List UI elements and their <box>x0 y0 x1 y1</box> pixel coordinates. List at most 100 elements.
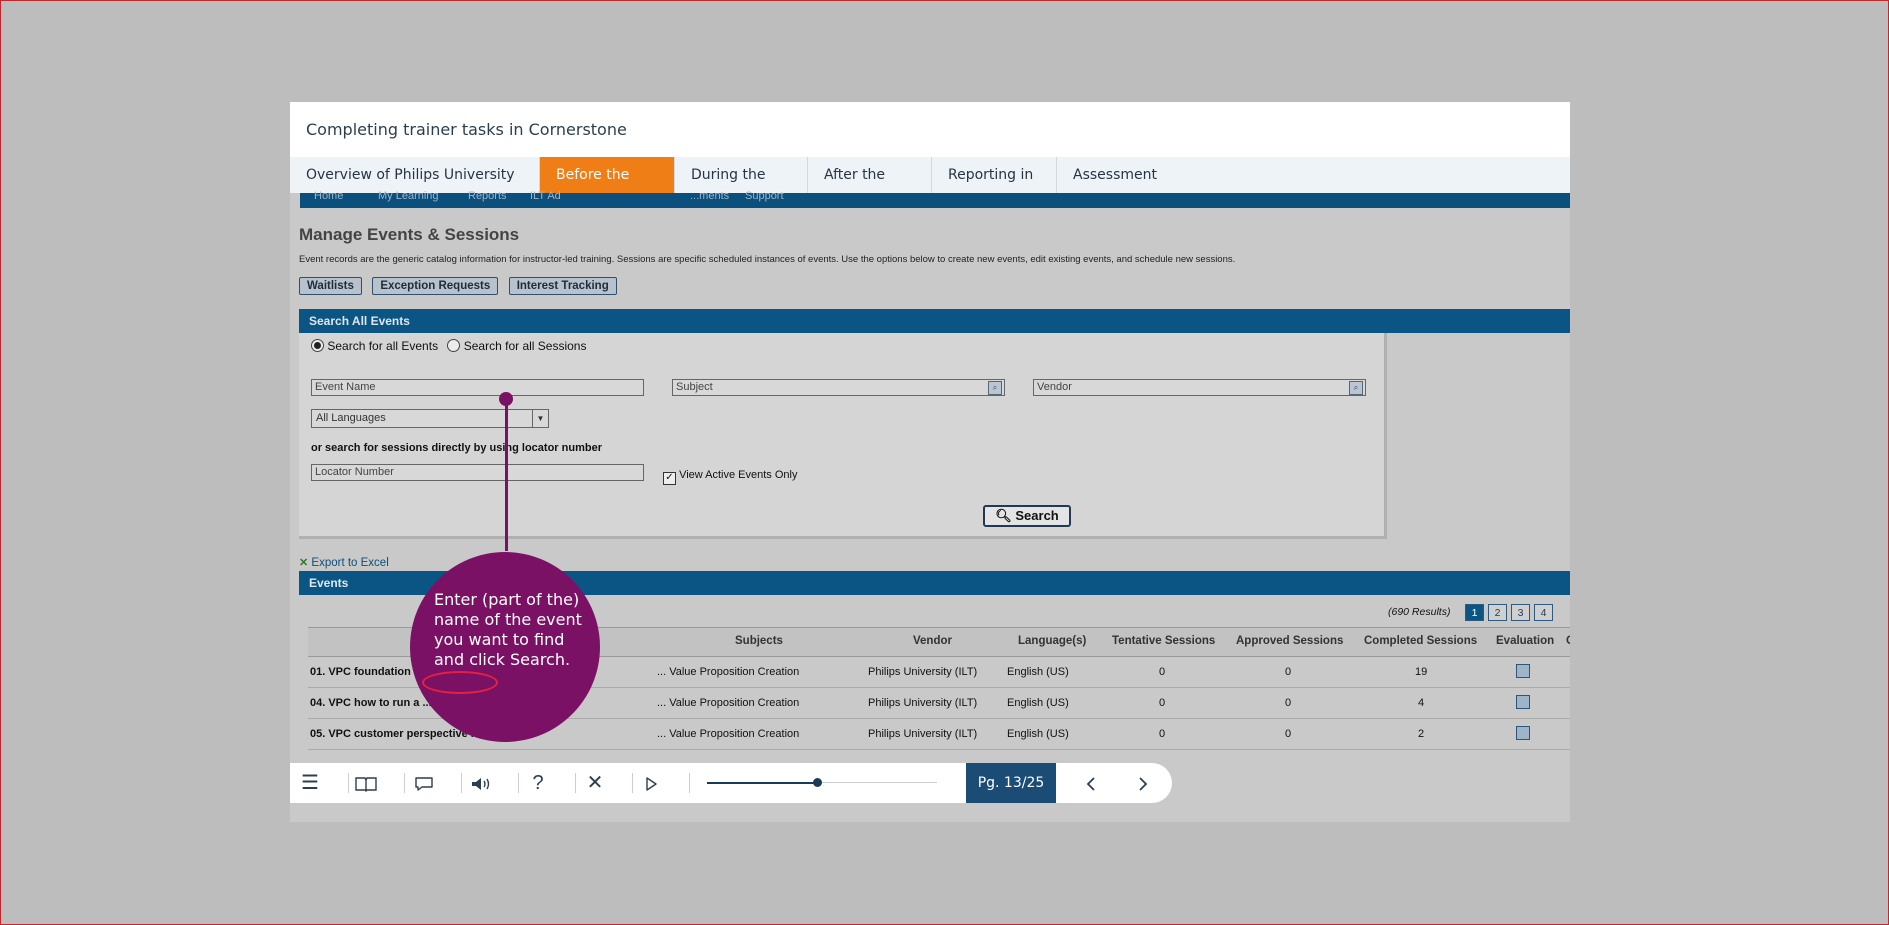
chat-icon[interactable] <box>404 763 444 803</box>
callout-pointer-dot <box>499 392 513 406</box>
app-menu-item: Home <box>314 190 344 202</box>
completed-cell: 2 <box>1418 728 1425 740</box>
nav-tab-after-training[interactable]: After the training <box>808 157 932 219</box>
tentative-cell: 0 <box>1159 728 1166 740</box>
nav-tab-before-training[interactable]: Before the training <box>540 157 675 219</box>
nav-tab-during-training[interactable]: During the training <box>675 157 808 219</box>
col-tentative[interactable]: Tentative Sessions <box>1112 635 1215 647</box>
results-count: (690 Results) <box>1388 606 1451 618</box>
vendor-input[interactable]: Vendor ⌕ <box>1033 379 1366 396</box>
col-vendor[interactable]: Vendor <box>913 635 952 647</box>
subject-cell: ... Value Proposition Creation <box>657 666 800 678</box>
approved-cell: 0 <box>1285 666 1292 678</box>
book-icon[interactable] <box>346 763 386 803</box>
active-events-label: View Active Events Only <box>679 469 798 481</box>
checkmark-icon[interactable]: ✓ <box>663 472 676 485</box>
event-name-input[interactable]: Event Name <box>311 379 644 396</box>
col-truncated[interactable]: C <box>1566 635 1570 647</box>
search-mode: Search for all Events Search for all Ses… <box>311 339 586 353</box>
tentative-cell: 0 <box>1159 697 1166 709</box>
export-to-excel-link[interactable]: ✕ Export to Excel <box>299 556 389 569</box>
search-section-header: Search All Events <box>299 309 1570 333</box>
vendor-cell: Philips University (ILT) <box>868 666 978 678</box>
course-nav: Overview of Philips University and LMS B… <box>290 157 1570 219</box>
app-menu-item: My Learning <box>378 190 439 202</box>
app-menu-item: ...ments <box>690 190 730 202</box>
language-cell: English (US) <box>1007 666 1069 678</box>
tentative-cell: 0 <box>1159 666 1166 678</box>
subject-placeholder: Subject <box>676 381 713 393</box>
active-events-only[interactable]: ✓ View Active Events Only <box>663 469 797 485</box>
page-description: Event records are the generic catalog in… <box>299 254 1236 265</box>
page-title: Manage Events & Sessions <box>299 225 520 244</box>
radio-sessions[interactable] <box>447 339 461 352</box>
callout-text: Enter (part of the) name of the event yo… <box>434 590 582 669</box>
pagination: 1234 <box>1465 603 1557 621</box>
player-toolbar: ☰ ? ✕ Pg. 13/25 <box>290 763 1172 803</box>
chevron-down-icon[interactable]: ▼ <box>532 410 548 427</box>
play-icon[interactable] <box>631 763 671 803</box>
search-button[interactable]: 🔍︎ Search <box>983 505 1071 527</box>
menu-icon[interactable]: ☰ <box>290 763 330 803</box>
subject-input[interactable]: Subject ⌕ <box>672 379 1005 396</box>
col-languages[interactable]: Language(s) <box>1018 635 1086 647</box>
app-menu-item: Support <box>745 190 784 202</box>
locator-number-input[interactable]: Locator Number <box>311 464 644 481</box>
page-button[interactable]: 2 <box>1488 604 1507 621</box>
evaluation-icon[interactable] <box>1516 726 1530 740</box>
app-menubar: Home My Learning Reports ILT Ad ...ments… <box>300 190 1570 208</box>
approved-cell: 0 <box>1285 728 1292 740</box>
course-title-bar: Completing trainer tasks in Cornerstone <box>290 102 1570 157</box>
page-button[interactable]: 4 <box>1534 604 1553 621</box>
close-icon[interactable]: ✕ <box>575 763 615 803</box>
event-name-cell[interactable]: 04. VPC how to run a ... <box>310 697 432 709</box>
nav-tab-reporting[interactable]: Reporting in LMS <box>932 157 1057 219</box>
next-icon[interactable] <box>1123 763 1163 803</box>
vendor-cell: Philips University (ILT) <box>868 728 978 740</box>
vendor-lookup-icon[interactable]: ⌕ <box>1349 381 1363 395</box>
language-selected: All Languages <box>316 412 386 424</box>
language-select[interactable]: All Languages ▼ <box>311 409 549 428</box>
vendor-placeholder: Vendor <box>1037 381 1072 393</box>
divider <box>689 773 690 793</box>
nav-tab-assessment[interactable]: Assessment <box>1057 157 1157 193</box>
col-subjects[interactable]: Subjects <box>735 635 783 647</box>
event-name-cell[interactable]: 01. VPC foundation <box>310 666 411 678</box>
radio-sessions-label: Search for all Sessions <box>463 339 587 353</box>
interest-tracking-button[interactable]: Interest Tracking <box>508 277 617 295</box>
subject-cell: ... Value Proposition Creation <box>657 697 800 709</box>
radio-events[interactable] <box>311 339 324 352</box>
completed-cell: 19 <box>1415 666 1428 678</box>
help-icon[interactable]: ? <box>518 763 558 803</box>
progress-handle[interactable] <box>813 778 822 787</box>
prev-icon[interactable] <box>1071 763 1111 803</box>
button-row: Waitlists Exception Requests Interest Tr… <box>299 276 623 295</box>
volume-icon[interactable] <box>461 763 501 803</box>
nav-tab-overview[interactable]: Overview of Philips University and LMS <box>290 157 540 219</box>
excel-icon: ✕ <box>299 557 309 569</box>
app-menu-item: Reports <box>468 190 507 202</box>
progress-fill <box>707 782 817 784</box>
page-button[interactable]: 1 <box>1465 604 1484 621</box>
search-icon: 🔍︎ <box>995 508 1012 523</box>
export-label: Export to Excel <box>311 557 389 569</box>
col-completed[interactable]: Completed Sessions <box>1364 635 1477 647</box>
subject-lookup-icon[interactable]: ⌕ <box>988 381 1002 395</box>
locator-label: or search for sessions directly by using… <box>311 442 602 454</box>
evaluation-icon[interactable] <box>1516 695 1530 709</box>
app-menu-item: ILT Ad <box>530 190 561 202</box>
exception-requests-button[interactable]: Exception Requests <box>372 277 499 295</box>
page-indicator: Pg. 13/25 <box>966 763 1056 803</box>
subject-cell: ... Value Proposition Creation <box>657 728 800 740</box>
col-approved[interactable]: Approved Sessions <box>1236 635 1343 647</box>
page-button[interactable]: 3 <box>1511 604 1530 621</box>
radio-events-label: Search for all Events <box>327 339 439 353</box>
col-evaluation[interactable]: Evaluation <box>1496 635 1554 647</box>
language-cell: English (US) <box>1007 728 1069 740</box>
waitlists-button[interactable]: Waitlists <box>299 277 362 295</box>
language-cell: English (US) <box>1007 697 1069 709</box>
approved-cell: 0 <box>1285 697 1292 709</box>
callout-pointer-line <box>505 398 508 551</box>
search-word-highlight <box>422 671 498 694</box>
evaluation-icon[interactable] <box>1516 664 1530 678</box>
